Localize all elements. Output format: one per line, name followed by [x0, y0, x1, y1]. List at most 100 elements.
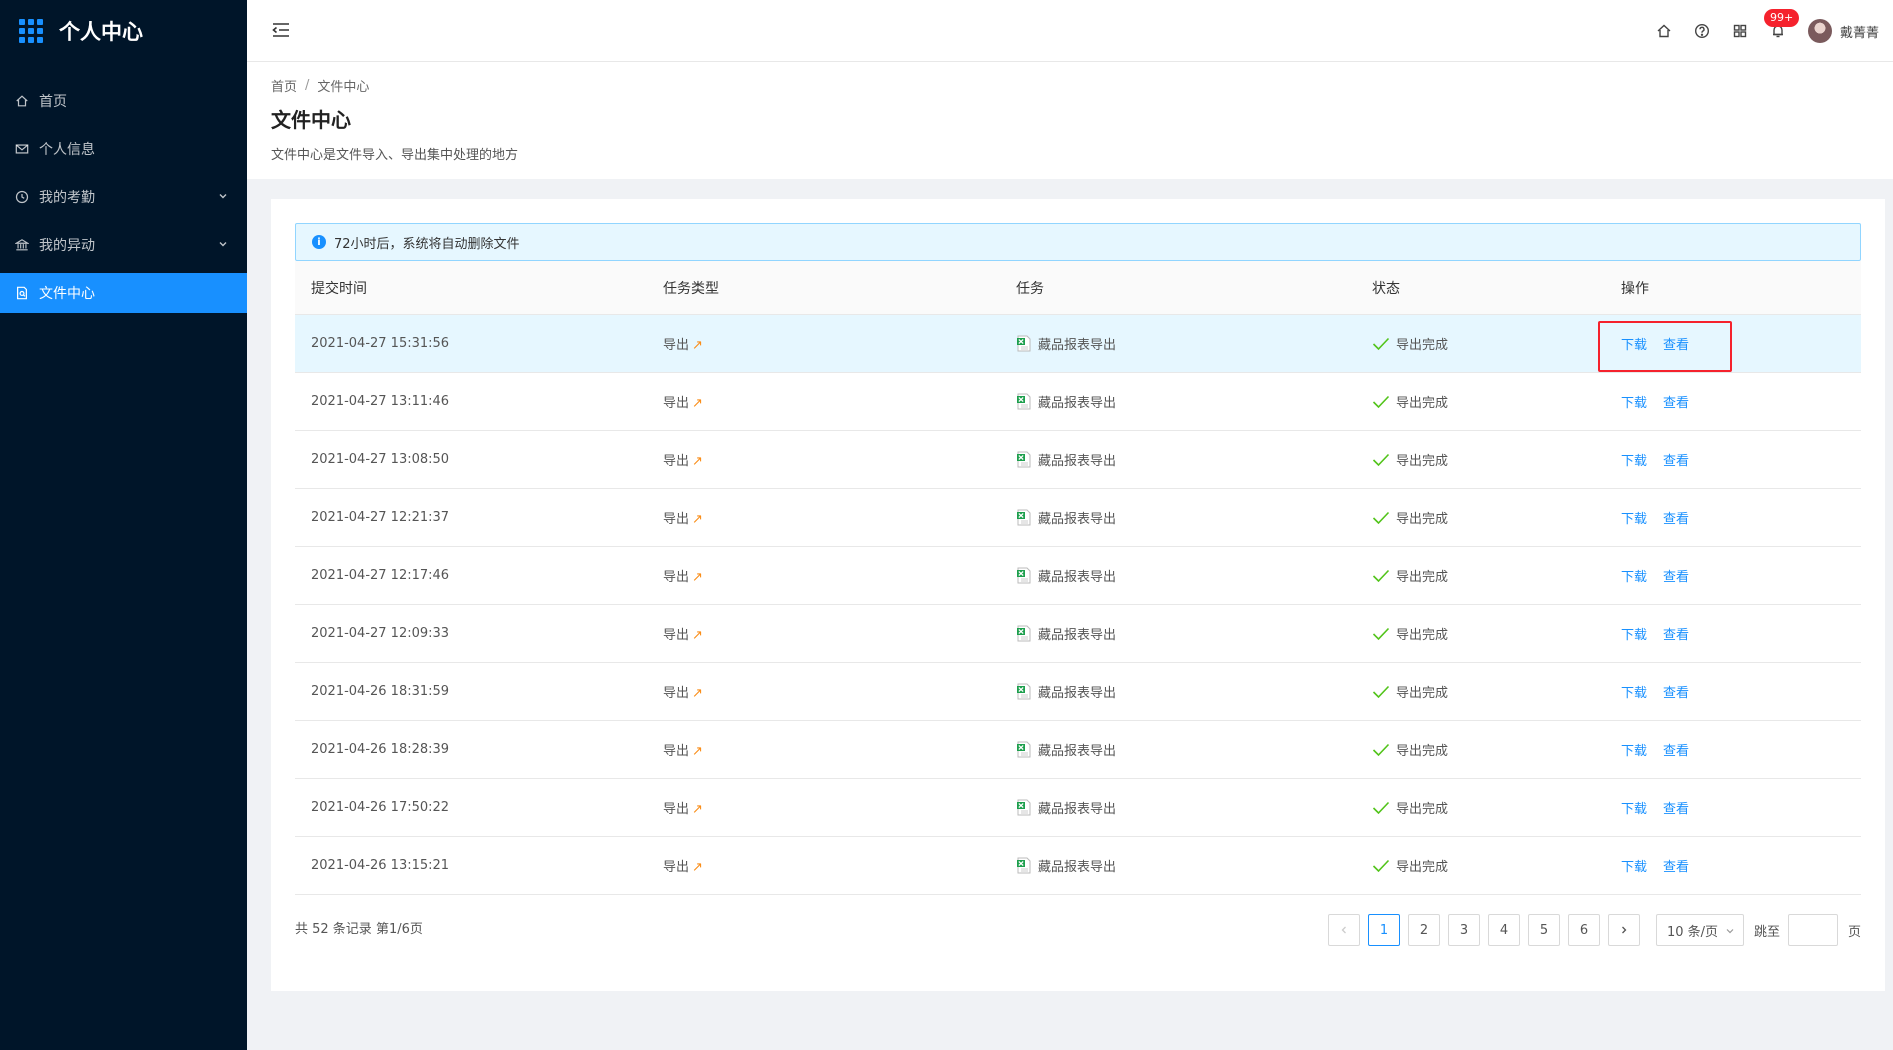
bell-icon[interactable]: 99+: [1763, 9, 1800, 39]
submit-time: 2021-04-26 18:31:59: [311, 684, 450, 699]
page-button-2[interactable]: 2: [1407, 914, 1440, 946]
export-arrow-icon: ↗: [692, 860, 703, 875]
jump-page-input[interactable]: [1787, 914, 1838, 946]
page-size-select[interactable]: 10 条/页: [1655, 914, 1744, 946]
notification-badge: 99+: [1763, 9, 1800, 27]
breadcrumb-home[interactable]: 首页: [271, 76, 297, 95]
sidebar-item-label: 个人信息: [39, 142, 95, 158]
task-type-label: 导出: [663, 628, 690, 643]
task-type: 导出 ↗: [647, 740, 1000, 759]
download-link[interactable]: 下载: [1621, 508, 1647, 527]
download-link[interactable]: 下载: [1621, 740, 1647, 759]
task-name-text: 藏品报表导出: [1038, 396, 1117, 411]
page-button-6[interactable]: 6: [1567, 914, 1600, 946]
chevron-down-icon: [219, 194, 227, 199]
column-header-task: 任务: [1016, 280, 1044, 297]
task-name-text: 藏品报表导出: [1038, 338, 1117, 353]
view-link[interactable]: 查看: [1663, 450, 1689, 469]
download-link[interactable]: 下载: [1621, 856, 1647, 875]
download-link[interactable]: 下载: [1621, 392, 1647, 411]
top-header: 99+ 戴菁菁: [247, 0, 1893, 62]
table-row: 2021-04-26 17:50:22 导出 ↗ 藏品报表导出 导出完成 下载 查…: [295, 779, 1861, 837]
page-number-list: 123456: [1360, 914, 1600, 946]
task-type-label: 导出: [663, 802, 690, 817]
task-status: 导出完成: [1356, 334, 1605, 353]
row-actions: 下载 查看: [1605, 450, 1861, 469]
submit-time: 2021-04-27 13:11:46: [311, 394, 450, 409]
check-icon: [1372, 627, 1390, 640]
view-link[interactable]: 查看: [1663, 740, 1689, 759]
task-name-text: 藏品报表导出: [1038, 512, 1117, 527]
task-name: 藏品报表导出: [1000, 334, 1356, 353]
avatar[interactable]: [1807, 19, 1832, 43]
download-link[interactable]: 下载: [1621, 682, 1647, 701]
download-link[interactable]: 下载: [1621, 334, 1647, 353]
chevron-right-icon: [1622, 926, 1627, 934]
view-link[interactable]: 查看: [1663, 566, 1689, 585]
chevron-down-icon: [219, 242, 227, 247]
task-status: 导出完成: [1356, 740, 1605, 759]
next-page-button[interactable]: [1607, 914, 1640, 946]
table-row: 2021-04-27 12:21:37 导出 ↗ 藏品报表导出 导出完成 下载 查…: [295, 489, 1861, 547]
app-title: 个人中心: [59, 20, 143, 44]
check-icon: [1372, 685, 1390, 698]
table-row: 2021-04-27 15:31:56 导出 ↗ 藏品报表导出 导出完成 下载 查…: [295, 315, 1861, 373]
sidebar-item-attendance[interactable]: 我的考勤: [0, 177, 247, 217]
page-button-3[interactable]: 3: [1447, 914, 1480, 946]
check-icon: [1372, 743, 1390, 756]
page-button-4[interactable]: 4: [1487, 914, 1520, 946]
sidebar-item-changes[interactable]: 我的异动: [0, 225, 247, 265]
sidebar-item-label: 文件中心: [39, 286, 95, 302]
view-link[interactable]: 查看: [1663, 624, 1689, 643]
export-arrow-icon: ↗: [692, 454, 703, 469]
page-header: 首页 / 文件中心 文件中心 文件中心是文件导入、导出集中处理的地方: [247, 62, 1893, 179]
view-link[interactable]: 查看: [1663, 856, 1689, 875]
task-name: 藏品报表导出: [1000, 682, 1356, 701]
table-row: 2021-04-27 12:09:33 导出 ↗ 藏品报表导出 导出完成 下载 查…: [295, 605, 1861, 663]
help-icon[interactable]: [1694, 23, 1710, 39]
breadcrumb-current: 文件中心: [317, 80, 370, 95]
task-status: 导出完成: [1356, 624, 1605, 643]
chevron-left-icon: [1341, 926, 1346, 934]
username[interactable]: 戴菁菁: [1840, 22, 1879, 41]
check-icon: [1372, 453, 1390, 466]
task-type: 导出 ↗: [647, 682, 1000, 701]
export-arrow-icon: ↗: [692, 802, 703, 817]
check-icon: [1372, 859, 1390, 872]
task-type-label: 导出: [663, 570, 690, 585]
task-name: 藏品报表导出: [1000, 508, 1356, 527]
page-button-1[interactable]: 1: [1367, 914, 1400, 946]
task-name-text: 藏品报表导出: [1038, 628, 1117, 643]
check-icon: [1372, 801, 1390, 814]
apps-icon[interactable]: [1732, 23, 1748, 39]
page-button-5[interactable]: 5: [1527, 914, 1560, 946]
page-description: 文件中心是文件导入、导出集中处理的地方: [271, 148, 519, 163]
download-link[interactable]: 下载: [1621, 450, 1647, 469]
sidebar-item-file-center[interactable]: 文件中心: [0, 273, 247, 313]
excel-file-icon: [1017, 857, 1031, 874]
download-link[interactable]: 下载: [1621, 624, 1647, 643]
app-grid-icon[interactable]: [19, 19, 43, 43]
prev-page-button[interactable]: [1327, 914, 1360, 946]
download-link[interactable]: 下载: [1621, 566, 1647, 585]
view-link[interactable]: 查看: [1663, 798, 1689, 817]
file-search-icon: [15, 286, 29, 300]
view-link[interactable]: 查看: [1663, 334, 1689, 353]
excel-file-icon: [1017, 451, 1031, 468]
task-type: 导出 ↗: [647, 508, 1000, 527]
task-status-text: 导出完成: [1396, 744, 1449, 759]
home-icon[interactable]: [1656, 23, 1672, 39]
export-arrow-icon: ↗: [692, 570, 703, 585]
jump-label: 跳至: [1753, 924, 1780, 940]
menu-fold-icon[interactable]: [271, 21, 291, 39]
view-link[interactable]: 查看: [1663, 392, 1689, 411]
view-link[interactable]: 查看: [1663, 508, 1689, 527]
table-row: 2021-04-26 13:15:21 导出 ↗ 藏品报表导出 导出完成 下载 查…: [295, 837, 1861, 895]
view-link[interactable]: 查看: [1663, 682, 1689, 701]
submit-time: 2021-04-26 18:28:39: [311, 742, 450, 757]
sidebar-item-home[interactable]: 首页: [0, 81, 247, 121]
sidebar-item-profile[interactable]: 个人信息: [0, 129, 247, 169]
task-status: 导出完成: [1356, 566, 1605, 585]
submit-time: 2021-04-27 12:09:33: [311, 626, 450, 641]
download-link[interactable]: 下载: [1621, 798, 1647, 817]
